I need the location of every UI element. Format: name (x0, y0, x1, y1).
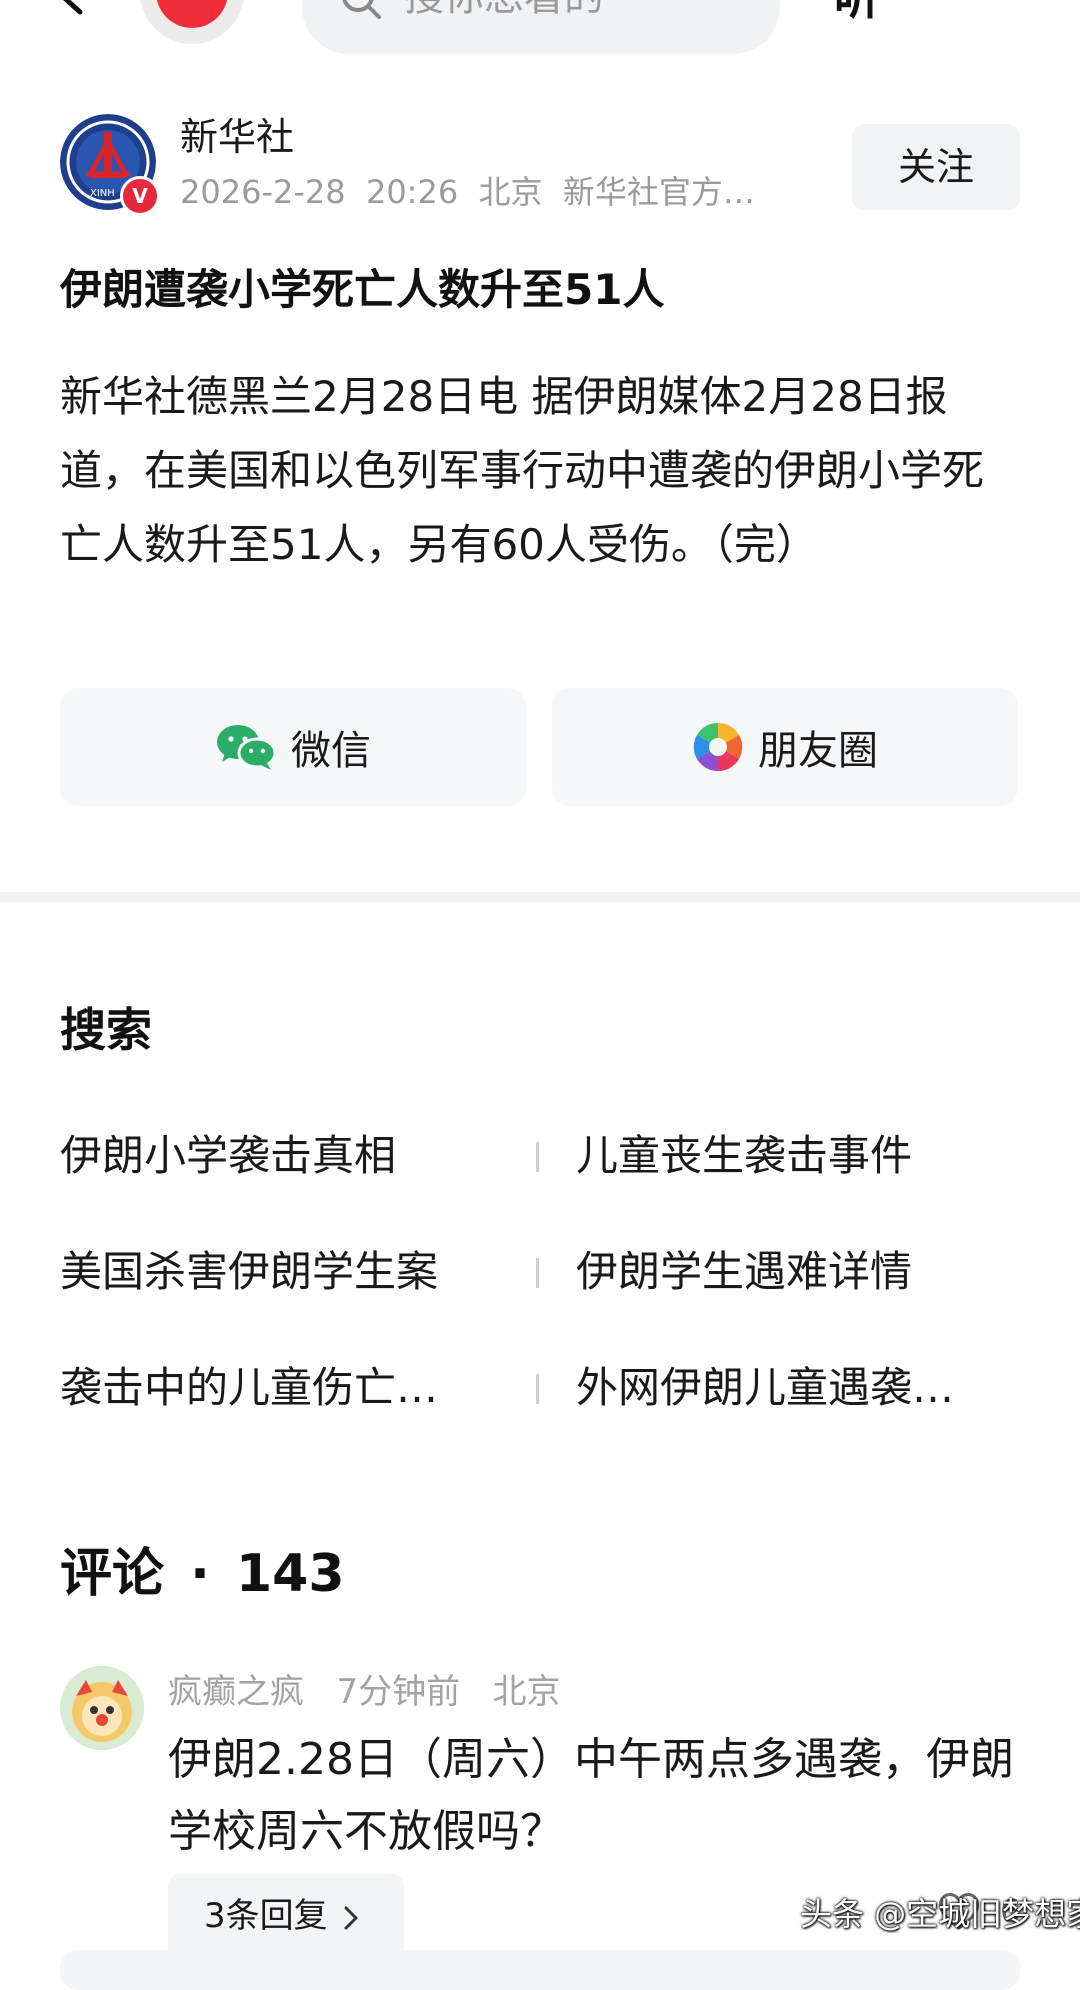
suggestion-separator (536, 1374, 539, 1404)
article-title: 伊朗遭袭小学死亡人数升至51人 (60, 265, 665, 314)
search-suggestion[interactable]: 儿童丧生袭击事件 (576, 1128, 1020, 1184)
suggestion-separator (536, 1258, 539, 1288)
search-suggestion[interactable]: 袭击中的儿童伤亡… (60, 1360, 496, 1416)
moments-icon (693, 722, 743, 772)
author-name[interactable]: 新华社 (180, 114, 294, 160)
comment-user[interactable]: 疯癫之疯 (168, 1672, 304, 1712)
search-suggestion[interactable]: 伊朗学生遇难详情 (576, 1244, 1020, 1300)
comment-time: 7分钟前 (336, 1672, 461, 1712)
comment-location: 北京 (492, 1672, 561, 1712)
search-suggestion[interactable]: 外网伊朗儿童遇袭… (576, 1360, 1020, 1416)
section-divider (0, 892, 1080, 902)
chevron-right-icon (344, 1906, 358, 1930)
view-replies-button[interactable]: 3条回复 (168, 1874, 404, 1958)
comments-heading: 评论 · 143 (60, 1540, 345, 1608)
share-moments-button[interactable]: 朋友圈 (552, 688, 1018, 806)
search-section-title: 搜索 (60, 1003, 152, 1057)
share-moments-label: 朋友圈 (758, 728, 878, 774)
comments-count: 143 (236, 1544, 345, 1604)
search-icon (342, 0, 381, 19)
post-location: 北京 (478, 173, 543, 211)
suggestion-separator (536, 1142, 539, 1172)
back-arrow-icon[interactable] (48, 0, 98, 20)
commenter-avatar[interactable] (60, 1666, 144, 1750)
comment-meta: 疯癫之疯 7分钟前 北京 (168, 1670, 561, 1714)
share-wechat-button[interactable]: 微信 (60, 688, 526, 806)
search-placeholder[interactable]: 搜你想看的 (404, 0, 604, 22)
listen-button[interactable]: 听 (834, 0, 880, 26)
watermark: 头条 @空城旧梦想家 (800, 1895, 1080, 1933)
svg-text:XINH: XINH (90, 188, 115, 199)
follow-button[interactable]: 关注 (852, 124, 1020, 210)
comments-label: 评论 (60, 1544, 165, 1604)
search-suggestion[interactable]: 伊朗小学袭击真相 (60, 1128, 496, 1184)
verified-badge: V (120, 176, 160, 216)
post-time: 20:26 (365, 173, 459, 211)
wechat-icon (217, 725, 277, 770)
article-body: 新华社德黑兰2月28日电 据伊朗媒体2月28日报道，在美国和以色列军事行动中遭袭… (60, 372, 985, 569)
post-date: 2026-2-28 (180, 173, 346, 211)
replies-label: 3条回复 (204, 1896, 328, 1936)
next-comment-card (60, 1950, 1020, 1990)
search-suggestion[interactable]: 美国杀害伊朗学生案 (60, 1244, 496, 1300)
app-logo[interactable] (140, 0, 244, 44)
comment-text: 伊朗2.28日（周六）中午两点多遇袭，伊朗学校周六不放假吗？ (168, 1734, 1014, 1857)
post-source: 新华社官方… (562, 173, 755, 211)
comments-separator: · (190, 1544, 210, 1604)
share-wechat-label: 微信 (291, 728, 371, 774)
post-meta: 2026-2-28 20:26 北京 新华社官方… (180, 170, 795, 214)
